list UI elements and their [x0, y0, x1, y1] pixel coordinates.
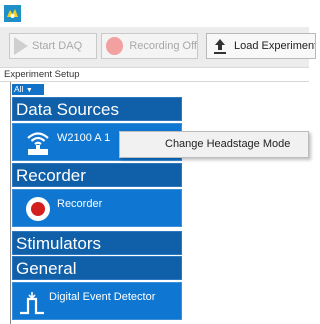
item-digital-event-detector[interactable]: Digital Event Detector [12, 282, 182, 320]
section-stimulators[interactable]: Stimulators [12, 231, 182, 255]
app-icon [4, 5, 21, 22]
menu-item-change-headstage-mode[interactable]: Change Headstage Mode [121, 133, 307, 156]
load-experiment-label: Load Experiment [234, 40, 316, 52]
recorder-label: Recorder [57, 198, 103, 210]
toolbar: Start DAQ Recording Off Load Experiment [0, 27, 316, 68]
item-recorder[interactable]: Recorder [12, 189, 182, 227]
digital-event-label: Digital Event Detector [49, 291, 156, 303]
section-data-sources[interactable]: Data Sources [12, 97, 182, 121]
play-icon [14, 37, 28, 55]
section-recorder[interactable]: Recorder [12, 163, 182, 187]
recording-label: Recording Off [129, 40, 197, 52]
record-icon [106, 37, 124, 55]
headstage-label: W2100 A 1 [57, 132, 111, 144]
wireless-headstage-icon [25, 130, 51, 156]
filter-label: All [14, 84, 24, 94]
section-general[interactable]: General [12, 256, 182, 280]
digital-pulse-icon [19, 289, 45, 315]
start-daq-label: Start DAQ [32, 40, 83, 52]
title-bar [0, 0, 309, 27]
experiment-setup-header: Experiment Setup [0, 68, 309, 82]
experiment-setup-panel: All ▼ Data Sources W2100 A 1 Recorder Re… [11, 83, 182, 324]
record-icon [25, 196, 51, 222]
context-menu: Change Headstage Mode [119, 131, 309, 158]
recording-toggle-button[interactable]: Recording Off [101, 33, 198, 59]
load-experiment-button[interactable]: Load Experiment [206, 33, 316, 59]
start-daq-button[interactable]: Start DAQ [9, 33, 97, 59]
filter-dropdown[interactable]: All ▼ [12, 84, 44, 95]
upload-icon [213, 38, 227, 54]
chevron-down-icon: ▼ [25, 87, 33, 94]
